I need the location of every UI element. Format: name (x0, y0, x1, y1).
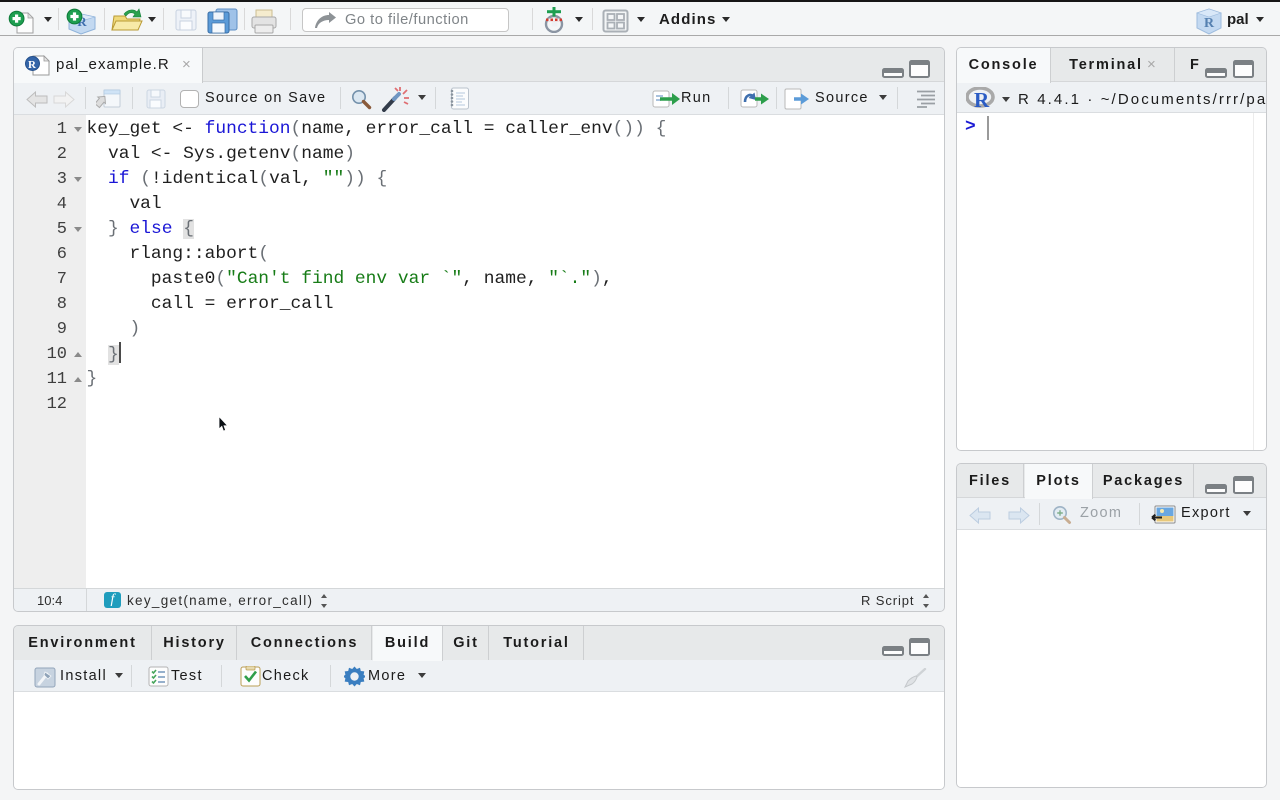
svg-text:R: R (974, 88, 990, 109)
svg-text:R: R (1204, 16, 1215, 31)
svg-text:R: R (28, 59, 37, 71)
